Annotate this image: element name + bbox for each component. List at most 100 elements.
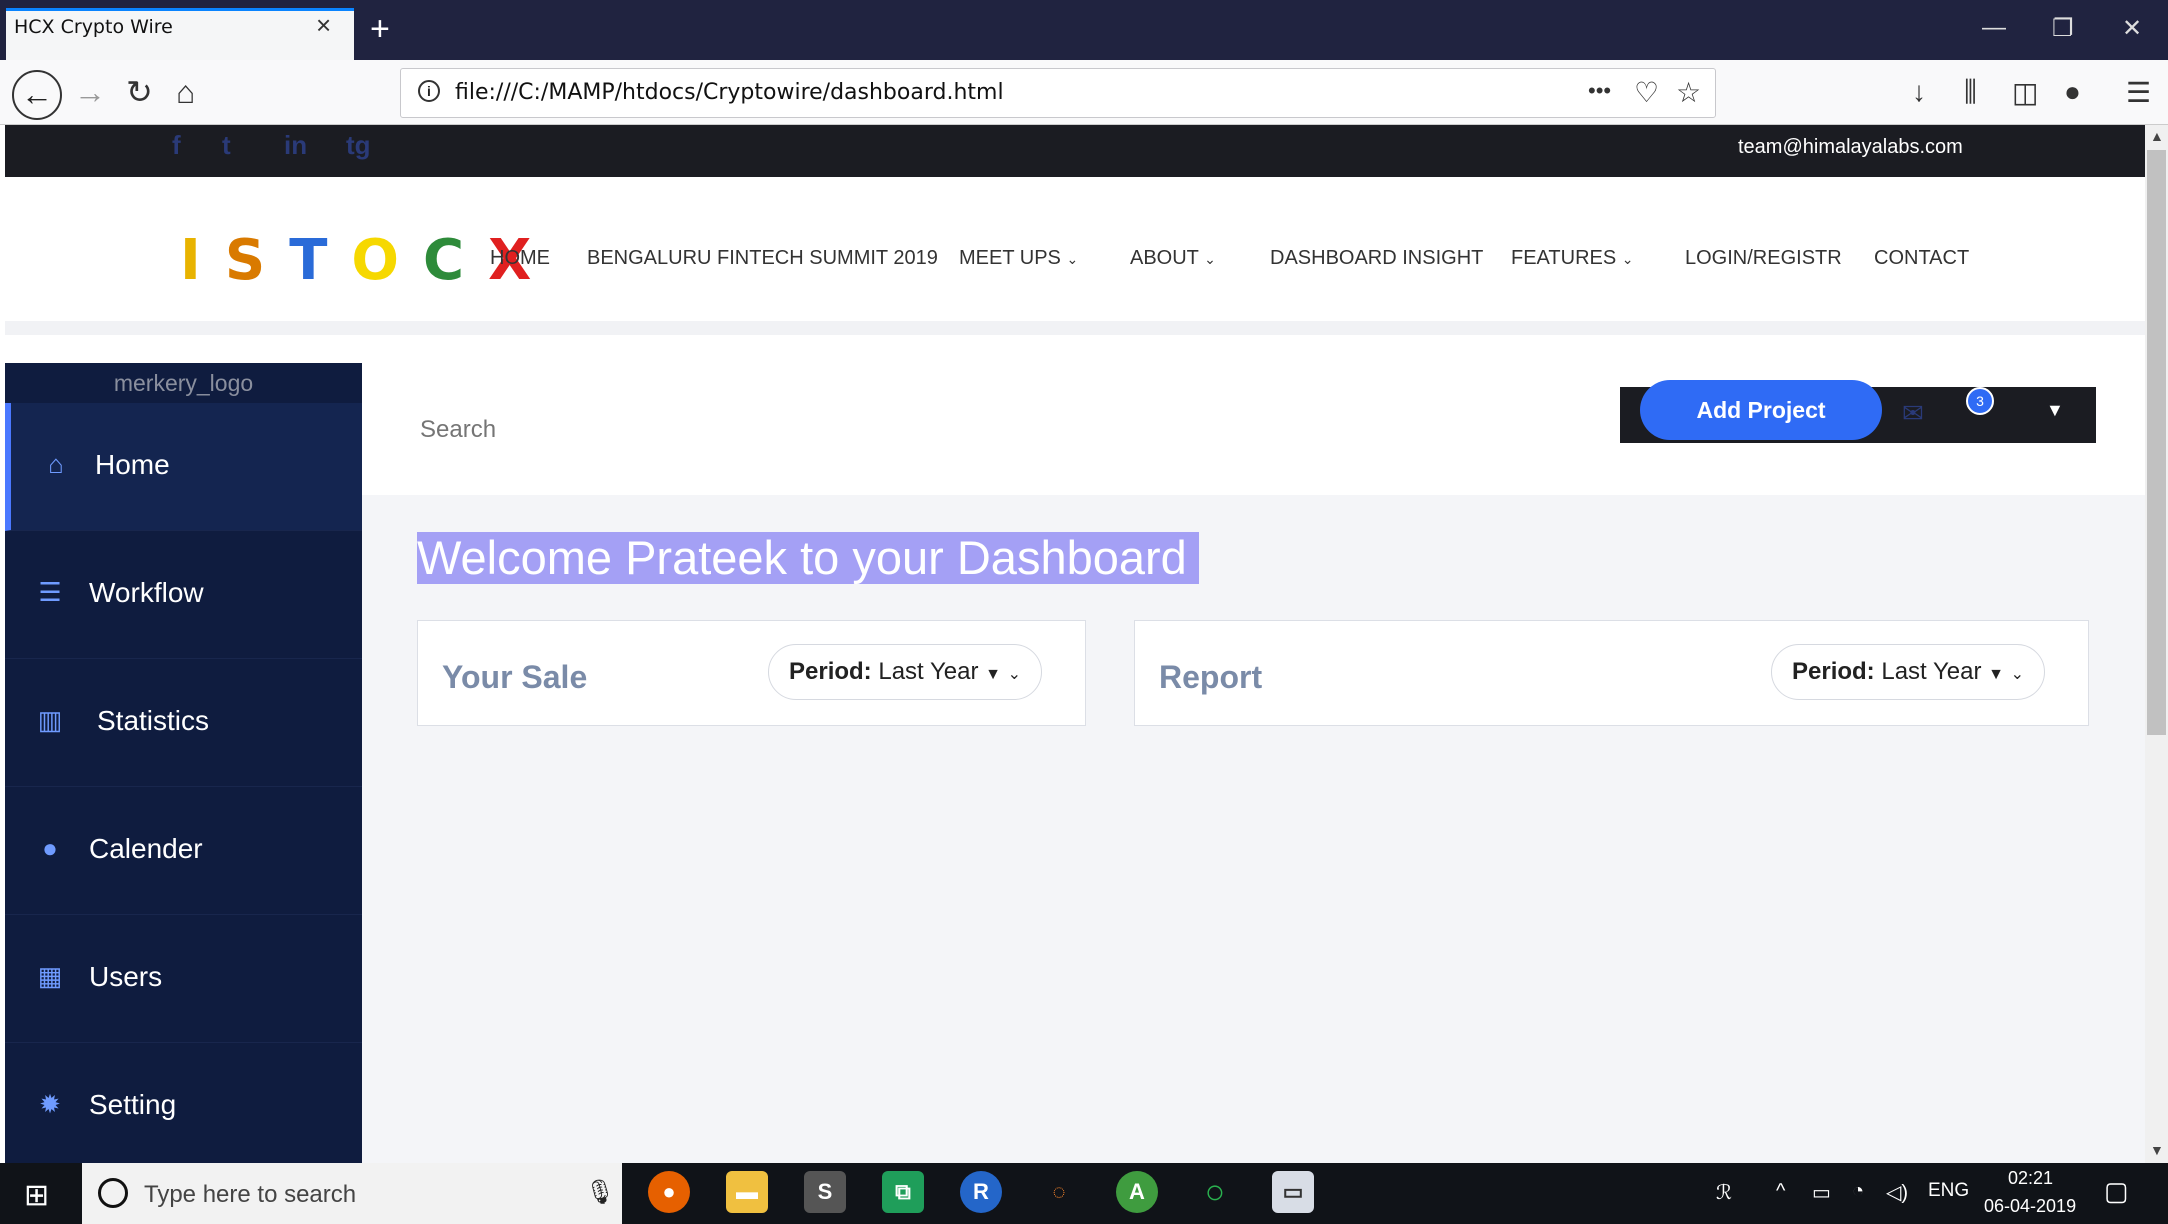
user-menu-caret-icon[interactable]: ▼: [2046, 400, 2064, 421]
action-center-icon[interactable]: ▢: [2104, 1176, 2129, 1207]
menu-contact[interactable]: CONTACT: [1874, 247, 1969, 270]
sidebar-item-setting[interactable]: ✹ Setting: [5, 1043, 362, 1171]
sidebar-toggle-icon[interactable]: ◫: [2012, 76, 2038, 109]
site-info-icon[interactable]: i: [418, 80, 440, 102]
chevron-down-icon: ⌄: [1621, 251, 1634, 267]
linkedin-icon[interactable]: in: [284, 130, 307, 161]
sidebar-item-users[interactable]: ▦ Users: [5, 915, 362, 1043]
menu-dashboard-insight[interactable]: DASHBOARD INSIGHT: [1270, 247, 1483, 270]
bookmark-star-icon[interactable]: ☆: [1676, 76, 1701, 109]
restore-icon[interactable]: ❐: [2052, 14, 2074, 43]
contact-email[interactable]: team@himalayalabs.com: [1738, 136, 1963, 159]
library-icon[interactable]: ⫼: [1964, 76, 1977, 109]
jupyter-icon[interactable]: ◌: [1038, 1171, 1080, 1213]
menu-hamburger-icon[interactable]: ☰: [2126, 76, 2151, 109]
firefox-icon[interactable]: ●: [648, 1171, 690, 1213]
logo-letter: I: [180, 228, 225, 293]
windows-start-icon[interactable]: ⊞: [24, 1178, 49, 1213]
caret-down-icon: ▼: [1988, 666, 2004, 683]
tray-chevron-up-icon[interactable]: ^: [1776, 1180, 1785, 1203]
home-page-icon[interactable]: ⌂: [176, 72, 195, 112]
remote-desktop-icon[interactable]: ▭: [1272, 1171, 1314, 1213]
sidebar-item-label: Setting: [89, 1089, 177, 1120]
menu-home[interactable]: HOME: [490, 247, 550, 270]
sidebar-item-label: Workflow: [89, 577, 204, 608]
tab-close-icon[interactable]: ×: [316, 10, 331, 41]
microphone-icon[interactable]: 🎙: [585, 1178, 615, 1207]
url-text[interactable]: file:///C:/MAMP/htdocs/Cryptowire/dashbo…: [455, 80, 1004, 105]
calendar-icon: ▦: [37, 961, 63, 991]
new-tab-button[interactable]: +: [370, 12, 390, 46]
menu-login-register[interactable]: LOGIN/REGISTR: [1685, 247, 1842, 270]
period-value: Last Year: [878, 658, 979, 685]
page-actions-icon[interactable]: •••: [1588, 78, 1611, 104]
notification-badge[interactable]: 3: [1966, 387, 1994, 415]
logo-letter: O: [351, 228, 423, 293]
chevron-down-icon: ⌄: [1066, 251, 1079, 267]
card-title: Your Sale: [442, 659, 588, 695]
sidebar-item-label: Home: [95, 449, 170, 480]
welcome-heading: Welcome Prateek to your Dashboard: [417, 532, 1199, 584]
sidebar-item-label: Calender: [89, 833, 203, 864]
sublime-text-icon[interactable]: S: [804, 1171, 846, 1213]
window-close-icon[interactable]: ✕: [2122, 14, 2142, 43]
period-label: Period:: [1792, 658, 1875, 685]
menu-features[interactable]: FEATURES ⌄: [1511, 247, 1634, 270]
workflow-icon: ☰: [38, 577, 62, 607]
back-arrow-icon[interactable]: ←: [12, 70, 62, 120]
chevron-down-icon: ⌄: [1204, 251, 1216, 267]
menu-label: ABOUT: [1130, 247, 1199, 269]
menu-label: MEET UPS: [959, 247, 1061, 269]
period-label: Period:: [789, 658, 872, 685]
clock-time[interactable]: 02:21: [2008, 1168, 2053, 1189]
scroll-up-icon[interactable]: ▲: [2150, 128, 2164, 144]
user-icon: ●: [42, 833, 58, 863]
language-indicator[interactable]: ENG: [1928, 1180, 1969, 1202]
download-icon[interactable]: ↓: [1912, 76, 1926, 108]
volume-icon[interactable]: ◁): [1886, 1180, 1908, 1205]
sidebar-item-workflow[interactable]: ☰ Workflow: [5, 531, 362, 659]
minimize-icon[interactable]: —: [1982, 14, 2006, 42]
sidebar-item-statistics[interactable]: ▥ Statistics: [5, 659, 362, 787]
search-input[interactable]: [420, 413, 820, 447]
circular-app-icon[interactable]: ○: [1194, 1171, 1236, 1213]
period-dropdown[interactable]: Period: Last Year ▼ ⌄: [768, 644, 1043, 700]
taskbar-search-placeholder[interactable]: Type here to search: [144, 1181, 356, 1209]
reload-icon[interactable]: ↻: [126, 72, 153, 112]
menu-meet-ups[interactable]: MEET UPS ⌄: [959, 247, 1078, 270]
sidebar-item-calender[interactable]: ● Calender: [5, 787, 362, 915]
cortana-icon: [98, 1178, 128, 1208]
people-icon[interactable]: ℛ: [1716, 1180, 1732, 1205]
facebook-icon[interactable]: f: [172, 130, 181, 161]
card-title: Report: [1159, 659, 1263, 695]
scroll-down-icon[interactable]: ▼: [2150, 1142, 2164, 1158]
home-icon: ⌂: [48, 449, 64, 479]
bar-chart-icon: ▥: [37, 705, 63, 735]
sidebar-item-home[interactable]: ⌂ Home: [5, 403, 362, 531]
forward-arrow-icon[interactable]: →: [74, 72, 106, 112]
app-green-icon[interactable]: ⧉: [882, 1171, 924, 1213]
r-language-icon[interactable]: R: [960, 1171, 1002, 1213]
file-explorer-icon[interactable]: ▬: [726, 1171, 768, 1213]
scrollbar-thumb[interactable]: [2147, 150, 2166, 735]
pocket-icon[interactable]: ♡: [1634, 76, 1659, 109]
wifi-icon[interactable]: ◔: [1852, 1180, 1864, 1203]
extension-icon[interactable]: ●: [2064, 76, 2081, 108]
twitter-icon[interactable]: t: [222, 130, 231, 161]
tab-title: HCX Crypto Wire: [14, 16, 173, 38]
menu-label: FEATURES: [1511, 247, 1617, 269]
your-sale-card: Your Sale Period: Last Year ▼ ⌄: [417, 620, 1086, 726]
logo-letter: S: [224, 228, 290, 293]
menu-fintech-summit[interactable]: BENGALURU FINTECH SUMMIT 2019: [587, 247, 938, 270]
period-value: Last Year: [1881, 658, 1982, 685]
android-studio-icon[interactable]: A: [1116, 1171, 1158, 1213]
battery-icon[interactable]: ▭: [1812, 1180, 1831, 1205]
telegram-icon[interactable]: tg: [346, 130, 371, 161]
sidebar-item-label: Users: [89, 961, 163, 992]
period-dropdown[interactable]: Period: Last Year ▼ ⌄: [1771, 644, 2046, 700]
clock-date[interactable]: 06-04-2019: [1984, 1196, 2076, 1217]
sidebar-item-label: Statistics: [97, 705, 210, 736]
menu-about[interactable]: ABOUT ⌄: [1130, 247, 1216, 270]
mail-icon[interactable]: ✉: [1902, 398, 1924, 429]
add-project-button[interactable]: Add Project: [1640, 380, 1882, 440]
